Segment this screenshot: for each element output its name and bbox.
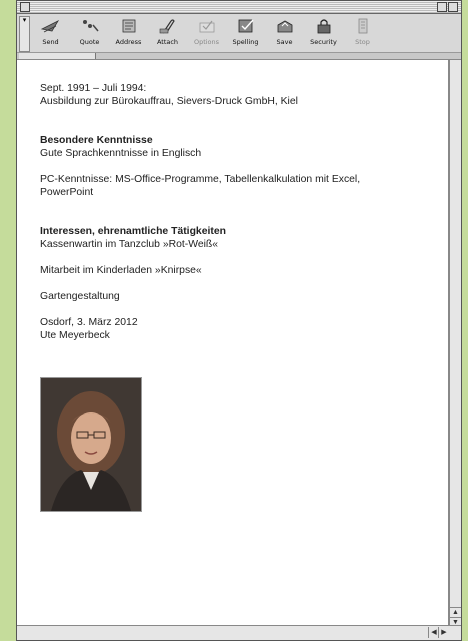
address-icon [122, 19, 135, 33]
quote-icon [82, 20, 99, 32]
strip-tab-1[interactable] [19, 53, 56, 59]
security-icon [317, 19, 330, 34]
address-strip[interactable] [17, 53, 461, 60]
attach-label: Attach [156, 38, 179, 46]
education-dates: Sept. 1991 – Juli 1994: [40, 83, 147, 94]
vertical-scrollbar[interactable]: ▲ ▼ [449, 60, 461, 628]
toolbar: ▾ Send Quote Address Attach Options Spel… [17, 14, 461, 53]
interest-2: Mitarbeit im Kinderladen »Knirpse« [40, 265, 202, 276]
spelling-label: Spelling [232, 38, 259, 46]
skills-language: Gute Sprachkenntnisse in Englisch [40, 148, 202, 159]
options-label: Options [193, 38, 220, 46]
skills-heading: Besondere Kenntnisse [40, 135, 153, 146]
save-button[interactable]: Save [265, 14, 304, 52]
collapse-box[interactable] [448, 2, 458, 12]
toolbar-menu-tab[interactable]: ▾ [19, 16, 30, 52]
spelling-icon [238, 19, 254, 33]
message-body[interactable]: Sept. 1991 – Juli 1994: Ausbildung zur B… [17, 60, 449, 628]
options-button[interactable]: Options [187, 14, 226, 52]
portrait-image [41, 378, 141, 511]
security-button[interactable]: Security [304, 14, 343, 52]
horizontal-scrollbar[interactable]: ◀ ▶ [17, 625, 461, 640]
stop-icon [358, 18, 367, 34]
zoom-box[interactable] [437, 2, 447, 12]
attach-icon [159, 19, 175, 34]
place-date: Osdorf, 3. März 2012 [40, 317, 138, 328]
signature-name: Ute Meyerbeck [40, 330, 110, 341]
close-box[interactable] [20, 2, 30, 12]
title-bar[interactable] [17, 1, 461, 14]
skills-pc-line1: PC-Kenntnisse: MS-Office-Programme, Tabe… [40, 174, 361, 185]
interest-3: Gartengestaltung [40, 291, 120, 302]
security-label: Security [310, 38, 337, 46]
strip-tab-2[interactable] [53, 53, 96, 59]
send-button[interactable]: Send [31, 14, 70, 52]
send-label: Send [42, 38, 59, 46]
send-icon [40, 20, 59, 33]
applicant-photo [40, 377, 142, 512]
options-icon [199, 20, 214, 33]
save-label: Save [276, 38, 293, 46]
attach-button[interactable]: Attach [148, 14, 187, 52]
stop-button[interactable]: Stop [343, 14, 382, 52]
spelling-button[interactable]: Spelling [226, 14, 265, 52]
scroll-right-arrow[interactable]: ▶ [438, 627, 449, 638]
save-icon [277, 20, 292, 33]
interests-heading: Interessen, ehrenamtliche Tätigkeiten [40, 226, 226, 237]
quote-button[interactable]: Quote [70, 14, 109, 52]
interest-1: Kassenwartin im Tanzclub »Rot-Weiß« [40, 239, 219, 250]
address-label: Address [115, 38, 142, 46]
skills-pc-line2: PowerPoint [40, 187, 94, 198]
mail-compose-window: ▾ Send Quote Address Attach Options Spel… [16, 0, 462, 641]
stop-label: Stop [355, 38, 370, 46]
address-button[interactable]: Address [109, 14, 148, 52]
education-text: Ausbildung zur Bürokauffrau, Sievers-Dru… [40, 96, 298, 107]
quote-label: Quote [79, 38, 100, 46]
